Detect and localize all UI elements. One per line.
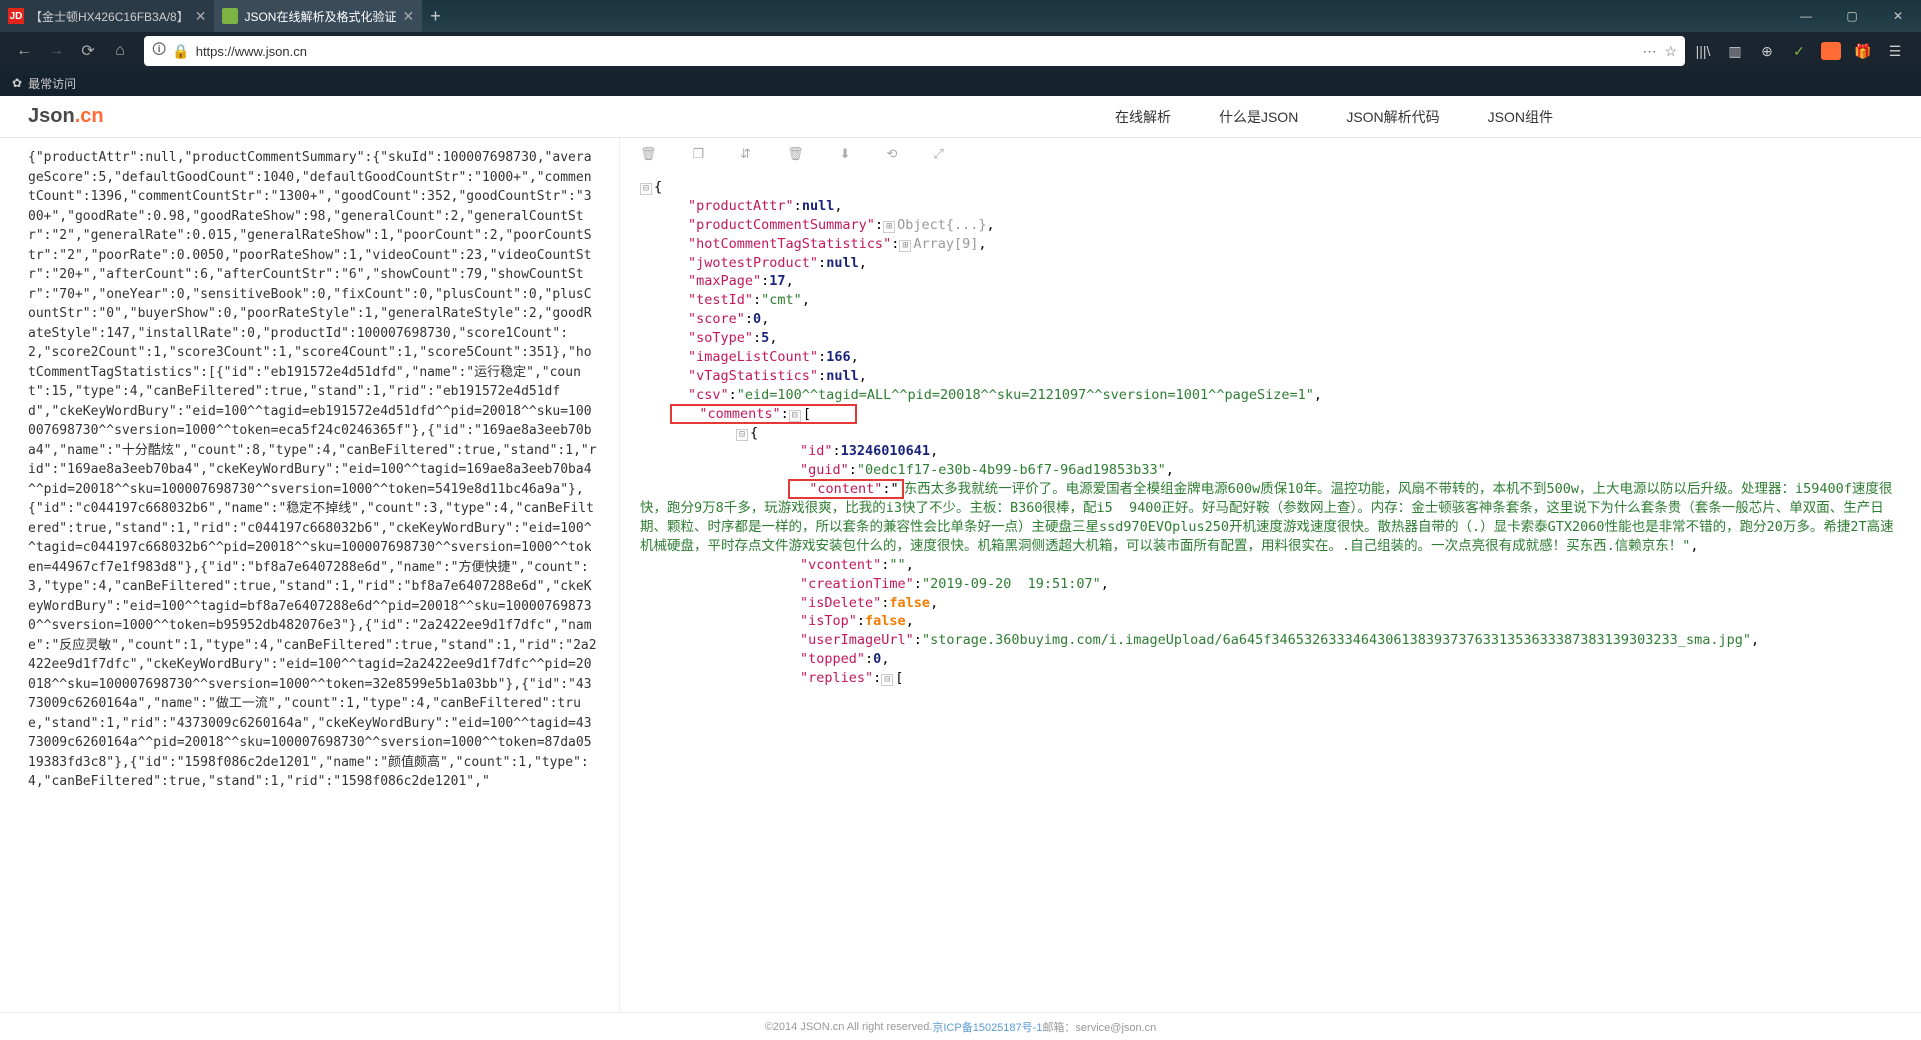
tab-jd[interactable]: JD 【金士顿HX426C16FB3A/8】 ✕ (0, 0, 214, 32)
menu-icon[interactable]: ☰ (1885, 43, 1905, 60)
address-bar-row: ← → ⟳ ⌂ 🛈 🔒 https://www.json.cn ⋯ ☆ |||\… (0, 32, 1921, 70)
star-icon[interactable]: ☆ (1664, 43, 1677, 60)
highlight-content: "content":" (788, 479, 904, 499)
expand-icon[interactable]: ⤢ (933, 146, 943, 162)
close-icon[interactable]: ✕ (1875, 0, 1921, 32)
nav-component[interactable]: JSON组件 (1488, 107, 1553, 127)
bookmarks-bar: ✿ 最常访问 (0, 70, 1921, 96)
sidebar-icon[interactable]: ▥ (1725, 43, 1745, 60)
forward-button[interactable]: → (40, 35, 72, 67)
json-toolbar: 🗑 ❐ ⇵ 🗑 ⬇ ⟲ ⤢ (620, 138, 1921, 170)
nav-what[interactable]: 什么是JSON (1219, 107, 1298, 127)
tabs-row: JD 【金士顿HX426C16FB3A/8】 ✕ JSON在线解析及格式化验证 … (0, 0, 1921, 32)
main-area: {"productAttr":null,"productCommentSumma… (0, 138, 1921, 1012)
jd-icon: JD (8, 8, 24, 24)
toolbar-icons: |||\ ▥ ⊕ ✓ 🎁 ☰ (1693, 42, 1913, 60)
copy-icon[interactable]: ❐ (693, 146, 705, 162)
back-button[interactable]: ← (8, 35, 40, 67)
tab-json[interactable]: JSON在线解析及格式化验证 ✕ (214, 0, 422, 32)
trash-icon[interactable]: 🗑 (787, 146, 804, 162)
json-icon (222, 8, 238, 24)
reload-button[interactable]: ⟳ (72, 35, 104, 67)
collapse-icon[interactable]: ⊟ (736, 429, 748, 441)
gift-icon[interactable]: 🎁 (1853, 43, 1873, 60)
logo[interactable]: Json.cn (28, 105, 104, 128)
expand-icon[interactable]: ⊞ (883, 221, 895, 233)
download-icon[interactable]: ⬇ (840, 146, 851, 162)
browser-chrome: JD 【金士顿HX426C16FB3A/8】 ✕ JSON在线解析及格式化验证 … (0, 0, 1921, 96)
page-content: Json.cn 在线解析 什么是JSON JSON解析代码 JSON组件 {"p… (0, 96, 1921, 1040)
close-icon[interactable]: ✕ (195, 8, 207, 25)
lock-icon: 🔒 (172, 43, 189, 60)
maximize-icon[interactable]: ▢ (1829, 0, 1875, 32)
url-bar[interactable]: 🛈 🔒 https://www.json.cn ⋯ ☆ (144, 36, 1685, 66)
footer: ©2014 JSON.cn All right reserved. 京ICP备1… (0, 1012, 1921, 1040)
sort-icon[interactable]: ⇵ (740, 146, 751, 162)
library-icon[interactable]: |||\ (1693, 43, 1713, 59)
raw-json-input[interactable]: {"productAttr":null,"productCommentSumma… (0, 138, 620, 1012)
sync-icon[interactable]: ⊕ (1757, 43, 1777, 60)
collapse-icon[interactable]: ⊟ (640, 183, 652, 195)
site-header: Json.cn 在线解析 什么是JSON JSON解析代码 JSON组件 (0, 96, 1921, 138)
new-tab-button[interactable]: + (430, 6, 441, 27)
minimize-icon[interactable]: — (1783, 0, 1829, 32)
delete-icon[interactable]: 🗑 (640, 146, 657, 162)
nav-links: 在线解析 什么是JSON JSON解析代码 JSON组件 (1115, 107, 1553, 127)
bookmark-label[interactable]: 最常访问 (28, 75, 76, 92)
ellipsis-icon[interactable]: ⋯ (1642, 43, 1656, 60)
tab-label: JSON在线解析及格式化验证 (244, 8, 396, 25)
nav-parse[interactable]: 在线解析 (1115, 107, 1171, 127)
nav-code[interactable]: JSON解析代码 (1346, 107, 1439, 127)
collapse-icon[interactable]: ⊟ (789, 410, 801, 422)
shield-icon[interactable]: 🛈 (152, 39, 166, 63)
url-text: https://www.json.cn (196, 44, 1643, 59)
raw-json-text: {"productAttr":null,"productCommentSumma… (28, 150, 597, 789)
refresh-icon[interactable]: ⟲ (887, 146, 898, 162)
close-icon[interactable]: ✕ (402, 8, 414, 25)
icp-link[interactable]: 京ICP备15025187号-1 (932, 1019, 1042, 1035)
home-button[interactable]: ⌂ (104, 35, 136, 67)
parsed-json-output: 🗑 ❐ ⇵ 🗑 ⬇ ⟲ ⤢ ⊟{ "productAttr":null, "pr… (620, 138, 1921, 1012)
ext2-icon[interactable] (1821, 42, 1841, 60)
tab-label: 【金士顿HX426C16FB3A/8】 (30, 8, 189, 25)
json-tree[interactable]: ⊟{ "productAttr":null, "productCommentSu… (620, 170, 1921, 696)
gear-icon[interactable]: ✿ (12, 76, 22, 90)
ext1-icon[interactable]: ✓ (1789, 43, 1809, 60)
collapse-icon[interactable]: ⊟ (881, 674, 893, 686)
expand-icon[interactable]: ⊞ (899, 240, 911, 252)
highlight-comments: "comments":⊟[ (670, 404, 857, 424)
window-controls: — ▢ ✕ (1783, 0, 1921, 32)
